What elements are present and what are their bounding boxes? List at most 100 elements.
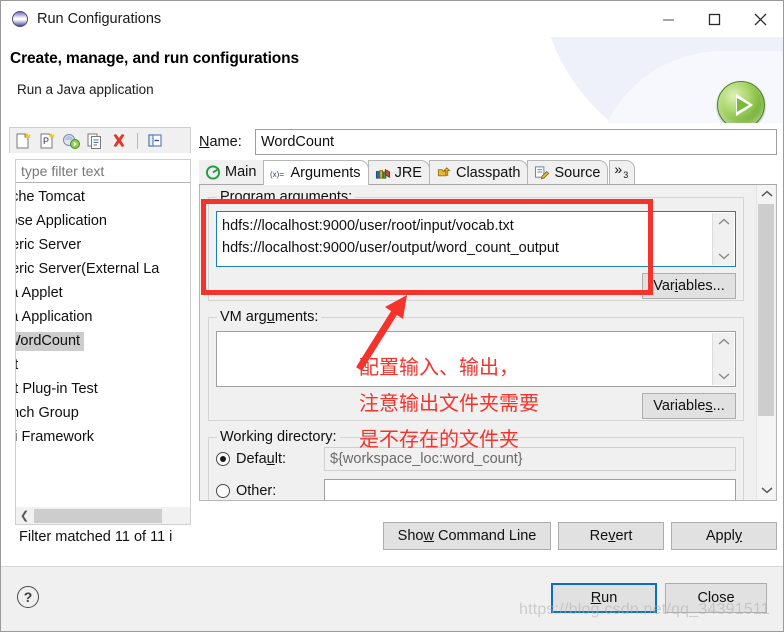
delete-icon[interactable] <box>109 131 129 151</box>
name-label: Name: <box>199 134 242 150</box>
apply-label: Apply <box>705 528 743 544</box>
collapse-all-icon[interactable] <box>146 131 166 151</box>
tree-item[interactable]: va Application <box>15 305 191 329</box>
configuration-editor: Name: WordCount Main (x)= Arguments JRE Clas… <box>199 127 777 529</box>
program-arguments-textarea[interactable]: hdfs://localhost:9000/user/root/input/vo… <box>216 211 736 267</box>
tree-item-label: va Application <box>15 309 93 325</box>
source-lookup-icon <box>534 165 550 180</box>
scroll-thumb[interactable] <box>34 508 162 523</box>
tree-item[interactable]: nit Plug-in Test <box>15 377 191 401</box>
program-arguments-variables-button[interactable]: Variables... <box>642 273 736 299</box>
working-dir-other-radio[interactable] <box>216 484 230 498</box>
vm-arguments-label: VM arguments: <box>217 309 322 325</box>
tree-item-label: Gi Framework <box>15 429 95 445</box>
working-dir-default-label: Default: <box>236 451 286 467</box>
program-arguments-scroll-spinner[interactable] <box>712 213 734 265</box>
working-dir-default-radio-row[interactable]: Default: <box>216 447 336 471</box>
tab-label: Source <box>554 164 601 181</box>
chevron-down-icon <box>718 253 729 260</box>
working-dir-default-radio[interactable] <box>216 452 230 466</box>
configurations-tree-panel: P type filter text he Tomcat se Applicat… <box>9 127 191 545</box>
working-dir-default-text: ${workspace_loc:word_count} <box>330 451 523 467</box>
working-dir-other-radio-row[interactable]: Other: <box>216 479 336 500</box>
page-subtitle: Run a Java application <box>17 82 154 97</box>
tree-item-label: neric Server(External La <box>15 261 160 277</box>
duplicate-icon[interactable] <box>85 131 105 151</box>
tree-item-label: nit Plug-in Test <box>15 381 98 397</box>
tab-label: Classpath <box>455 164 521 181</box>
apply-button[interactable]: Apply <box>671 522 777 550</box>
show-command-line-button[interactable]: Show Command Line <box>383 522 551 550</box>
tab-overflow-chevron-icon[interactable]: » 3 <box>609 160 636 184</box>
new-prototype-icon[interactable]: P <box>37 131 57 151</box>
working-dir-other-value[interactable] <box>324 479 736 500</box>
tree-item[interactable]: ache Tomcat <box>15 185 191 209</box>
minimize-button[interactable] <box>645 1 691 37</box>
java-main-class-icon <box>205 164 221 180</box>
tree-item[interactable]: unch Group <box>15 401 191 425</box>
filter-input[interactable]: type filter text <box>15 159 191 183</box>
watermark-text: https://blog.csdn.net/qq_34391511 <box>519 601 770 618</box>
classpath-folders-icon <box>436 165 452 180</box>
new-configuration-icon[interactable] <box>13 131 33 151</box>
tree-item[interactable]: WordCount <box>15 329 191 353</box>
tab-overflow-label: » <box>614 161 623 177</box>
tab-source[interactable]: Source <box>527 160 609 184</box>
dialog-footer: ? Run Close <box>1 567 783 631</box>
show-command-line-label: Show Command Line <box>397 528 537 544</box>
working-directory-label: Working directory: <box>217 429 340 445</box>
tree-item-label: WordCount <box>15 332 85 351</box>
vm-arguments-scroll-spinner[interactable] <box>712 333 734 385</box>
program-variables-label: Variables... <box>653 278 725 294</box>
tree-item-label: neric Server <box>15 237 82 253</box>
tree-item-label: va Applet <box>15 285 63 301</box>
tab-overflow-count: 3 <box>623 170 629 180</box>
tab-label: Main <box>225 164 257 180</box>
toolbar-separator <box>137 132 138 149</box>
tab-jre[interactable]: JRE <box>367 160 430 184</box>
scroll-down-icon[interactable] <box>757 481 776 499</box>
tab-main[interactable]: Main <box>199 160 265 184</box>
filter-placeholder: type filter text <box>21 163 105 179</box>
scroll-left-icon[interactable]: ❮ <box>16 508 33 524</box>
program-arguments-label: Program arguments: <box>217 189 356 205</box>
revert-button[interactable]: Revert <box>558 522 664 550</box>
configurations-tree[interactable]: ache Tomcat lipse Application neric Server… <box>15 185 191 505</box>
vm-arguments-variables-button[interactable]: Variables... <box>642 393 736 419</box>
tree-item-label: nit <box>15 357 18 373</box>
arguments-panel-scrollbar[interactable] <box>756 185 775 499</box>
tree-horizontal-scrollbar[interactable]: ❮ <box>15 507 191 525</box>
chevron-down-icon <box>718 373 729 380</box>
tab-bar: Main (x)= Arguments JRE Classpath Source » 3 <box>199 160 777 185</box>
tree-item[interactable]: nit <box>15 353 191 377</box>
annotation-line-3: 是不存在的文件夹 <box>359 427 519 451</box>
scroll-up-icon[interactable] <box>757 185 776 203</box>
new-launch-group-icon[interactable] <box>61 131 81 151</box>
annotation-line-1: 配置输入、输出， <box>359 355 519 379</box>
dialog-header: Create, manage, and run configurations R… <box>1 37 783 123</box>
tab-classpath[interactable]: Classpath <box>428 160 529 184</box>
tab-arguments[interactable]: (x)= Arguments <box>263 160 369 185</box>
close-button[interactable] <box>737 1 783 37</box>
filter-status-text: Filter matched 11 of 11 i <box>19 529 173 545</box>
maximize-button[interactable] <box>691 1 737 37</box>
tree-item[interactable]: va Applet <box>15 281 191 305</box>
tree-item[interactable]: lipse Application <box>15 209 191 233</box>
tab-label: JRE <box>394 164 422 181</box>
jre-books-icon <box>375 165 391 180</box>
variable-xequals-icon: (x)= <box>270 166 286 181</box>
tree-item[interactable]: Gi Framework <box>15 425 191 449</box>
svg-text:(x)=: (x)= <box>270 170 284 179</box>
svg-text:P: P <box>43 136 49 146</box>
arguments-scroll-thumb[interactable] <box>758 204 774 416</box>
window-title: Run Configurations <box>37 11 162 27</box>
run-configurations-dialog: Run Configurations Create, manage, and r… <box>0 0 784 632</box>
tree-item[interactable]: neric Server(External La <box>15 257 191 281</box>
apply-button-row: Show Command Line Revert Apply <box>199 515 777 557</box>
help-question-icon[interactable]: ? <box>17 586 39 608</box>
name-input[interactable]: WordCount <box>255 129 777 155</box>
name-row: Name: WordCount <box>199 127 777 157</box>
window-titlebar: Run Configurations <box>1 1 783 37</box>
tree-item[interactable]: neric Server <box>15 233 191 257</box>
tree-toolbar: P <box>9 127 191 153</box>
